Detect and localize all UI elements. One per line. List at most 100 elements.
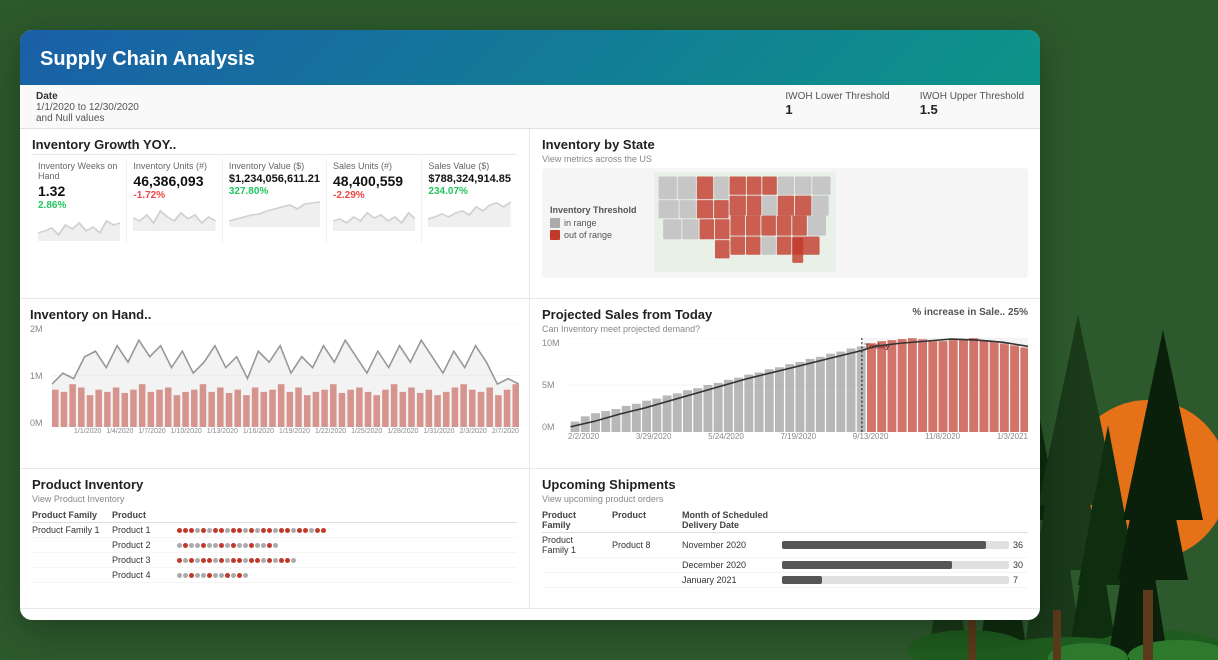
metric-value-1: 46,386,093 [133, 173, 215, 189]
main-grid: Inventory Growth YOY.. Inventory Weeks o… [20, 129, 1040, 609]
metric-value-0: 1.32 [38, 183, 120, 199]
product-row-4: Product 4 [32, 568, 517, 583]
iwoh-lower-label: IWOH Lower Threshold [785, 91, 889, 102]
threshold-filters: IWOH Lower Threshold 1 IWOH Upper Thresh… [785, 91, 1024, 117]
col-dots-header [177, 510, 517, 520]
ship-row-2: December 2020 30 [542, 558, 1028, 573]
metric-sales-units: Sales Units (#) 48,400,559 -2.29% [327, 159, 422, 243]
metric-units: Inventory Units (#) 46,386,093 -1.72% [127, 159, 222, 243]
legend-in-range-label: in range [564, 218, 597, 228]
dashboard: Supply Chain Analysis Date 1/1/2020 to 1… [20, 30, 1040, 620]
map-legend: Inventory Threshold in range out of rang… [550, 205, 637, 242]
product-table-header: Product Family Product [32, 508, 517, 523]
ship-row-1: ProductFamily 1 Product 8 November 2020 … [542, 533, 1028, 558]
x-axis-labels: 1/1/2020 1/4/2020 1/7/2020 1/10/2020 1/1… [52, 428, 519, 444]
iwoh-upper-value: 1.5 [920, 102, 1024, 117]
metric-change-1: -1.72% [133, 190, 215, 201]
inventory-hand-panel: Inventory on Hand.. 2M 1M 0M [20, 299, 530, 469]
metric-label-0: Inventory Weeks on Hand [38, 161, 120, 181]
col-family-header: Product Family [32, 510, 112, 520]
us-map-area: © 2022 Mapbox © OpenStreetMap [645, 172, 1020, 274]
y-axis-labels: 2M 1M 0M [30, 324, 50, 428]
product-inventory-subtitle: View Product Inventory [32, 494, 517, 504]
metric-label-1: Inventory Units (#) [133, 161, 215, 171]
date-label: Date [36, 91, 139, 102]
shipments-table-body: ProductFamily 1 Product 8 November 2020 … [542, 533, 1028, 588]
product-inventory-title: Product Inventory [32, 477, 517, 492]
metric-value-4: $788,324,914.85 [428, 173, 511, 185]
upcoming-shipments-panel: Upcoming Shipments View upcoming product… [530, 469, 1040, 609]
metric-sales-value: Sales Value ($) $788,324,914.85 234.07% [422, 159, 517, 243]
iwoh-lower-value: 1 [785, 102, 889, 117]
metric-change-2: 327.80% [229, 186, 320, 197]
metrics-row: Inventory Weeks on Hand 1.32 2.86% Inven… [32, 154, 517, 243]
ship-col-bar-header [782, 510, 1028, 530]
ps-chart-area: Today [568, 338, 1028, 432]
ps-y-labels: 10M 5M 0M [542, 338, 567, 432]
sparkline-2 [229, 199, 320, 227]
sparkline-4 [428, 199, 511, 227]
product-row-3: Product 3 [32, 553, 517, 568]
shipments-table-header: ProductFamily Product Month of Scheduled… [542, 508, 1028, 533]
metric-value-3: 48,400,559 [333, 173, 415, 189]
ps-title-group: Projected Sales from Today Can Inventory… [542, 307, 712, 338]
iwoh-upper-threshold: IWOH Upper Threshold 1.5 [920, 91, 1024, 117]
legend-dot-gray [550, 218, 560, 228]
page-title: Supply Chain Analysis [40, 48, 1020, 71]
iwoh-lower-threshold: IWOH Lower Threshold 1 [785, 91, 889, 117]
projected-sales-panel: Projected Sales from Today Can Inventory… [530, 299, 1040, 469]
projected-sales-title: Projected Sales from Today [542, 307, 712, 322]
map-container: Inventory Threshold in range out of rang… [542, 168, 1028, 278]
legend-in-range: in range [550, 218, 637, 228]
legend-title: Inventory Threshold [550, 205, 637, 215]
inventory-state-subtitle: View metrics across the US [542, 154, 1028, 164]
inventory-growth-panel: Inventory Growth YOY.. Inventory Weeks o… [20, 129, 530, 299]
dashboard-header: Supply Chain Analysis [20, 30, 1040, 85]
projected-sales-subtitle: Can Inventory meet projected demand? [542, 324, 712, 334]
ps-chart-svg: Today [568, 338, 1028, 432]
metric-label-4: Sales Value ($) [428, 161, 511, 171]
ps-header: Projected Sales from Today Can Inventory… [542, 307, 1028, 338]
metric-value-2: $1,234,056,611.21 [229, 173, 320, 185]
metric-change-3: -2.29% [333, 190, 415, 201]
sparkline-1 [133, 203, 215, 231]
date-note: and Null values [36, 113, 139, 124]
ps-chart-container: 10M 5M 0M [542, 338, 1028, 448]
product-row-1: Product Family 1 Product 1 [32, 523, 517, 538]
legend-out-range: out of range [550, 230, 637, 240]
ps-increase-label: % increase in Sale.. [912, 307, 1005, 318]
inventory-growth-title: Inventory Growth YOY.. [32, 137, 517, 152]
chart-area [52, 324, 519, 428]
ship-col-family-header: ProductFamily [542, 510, 612, 530]
ioh-chart-svg [52, 324, 519, 428]
inventory-state-panel: Inventory by State View metrics across t… [530, 129, 1040, 299]
inventory-hand-title: Inventory on Hand.. [30, 307, 519, 322]
ship-col-month-header: Month of ScheduledDelivery Date [682, 510, 782, 530]
ship-row-3: January 2021 7 [542, 573, 1028, 588]
legend-dot-red [550, 230, 560, 240]
ps-increase-value: 25% [1008, 307, 1028, 318]
col-product-header: Product [112, 510, 177, 520]
ship-col-product-header: Product [612, 510, 682, 530]
legend-out-range-label: out of range [564, 230, 612, 240]
metric-value-dollar: Inventory Value ($) $1,234,056,611.21 32… [223, 159, 327, 243]
ps-x-labels: 2/2/2020 3/29/2020 5/24/2020 7/19/2020 9… [568, 432, 1028, 448]
product-inventory-panel: Product Inventory View Product Inventory… [20, 469, 530, 609]
metric-label-2: Inventory Value ($) [229, 161, 320, 171]
iwoh-upper-label: IWOH Upper Threshold [920, 91, 1024, 102]
sparkline-0 [38, 213, 120, 241]
date-range: 1/1/2020 to 12/30/2020 [36, 102, 139, 113]
upcoming-shipments-subtitle: View upcoming product orders [542, 494, 1028, 504]
filter-bar: Date 1/1/2020 to 12/30/2020 and Null val… [20, 85, 1040, 129]
metric-change-0: 2.86% [38, 200, 120, 211]
ps-increase: % increase in Sale.. 25% [912, 307, 1028, 318]
us-map-svg [645, 172, 845, 272]
product-table-body: Product Family 1 Product 1 Product 2 [32, 523, 517, 583]
metric-change-4: 234.07% [428, 186, 511, 197]
inventory-state-title: Inventory by State [542, 137, 1028, 152]
product-row-2: Product 2 [32, 538, 517, 553]
inventory-hand-chart: 2M 1M 0M [30, 324, 519, 444]
metric-weeks-on-hand: Inventory Weeks on Hand 1.32 2.86% [32, 159, 127, 243]
date-filter: Date 1/1/2020 to 12/30/2020 and Null val… [36, 91, 139, 124]
upcoming-shipments-title: Upcoming Shipments [542, 477, 1028, 492]
